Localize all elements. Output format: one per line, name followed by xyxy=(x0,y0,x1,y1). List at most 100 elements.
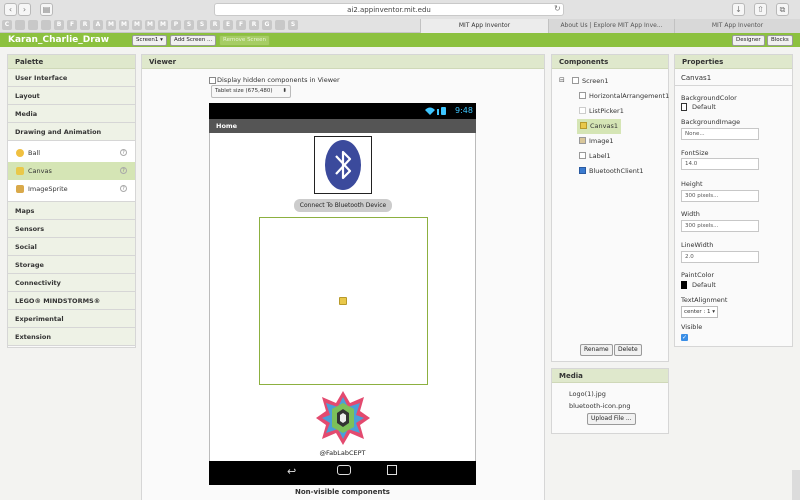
bookmark-icon[interactable] xyxy=(41,20,51,30)
connect-bluetooth-button[interactable]: Connect To Bluetooth Device xyxy=(294,199,392,212)
palette-category[interactable]: User Interface xyxy=(8,69,135,87)
bookmark-icon[interactable]: R xyxy=(80,20,90,30)
palette-item-ball[interactable]: Ball? xyxy=(8,144,135,162)
media-title: Media xyxy=(552,369,668,383)
bookmark-icon[interactable]: E xyxy=(223,20,233,30)
media-file[interactable]: Logo(1).jpg xyxy=(569,390,606,398)
tree-item-canvas1[interactable]: Canvas1 xyxy=(577,119,621,134)
bookmark-icon[interactable]: F xyxy=(67,20,77,30)
bookmark-icon[interactable] xyxy=(15,20,25,30)
rename-button[interactable]: Rename xyxy=(580,344,613,356)
screen-select-button[interactable]: Screen1 ▾ xyxy=(132,35,167,46)
designer-button[interactable]: Designer xyxy=(732,35,765,46)
bookmark-icon[interactable]: G xyxy=(262,20,272,30)
bookmark-icon[interactable]: M xyxy=(119,20,129,30)
bookmark-icon[interactable]: B xyxy=(54,20,64,30)
bg-color-value[interactable]: Default xyxy=(692,103,716,111)
scrollbar[interactable] xyxy=(792,470,800,500)
palette-category[interactable]: Drawing and Animation xyxy=(8,123,135,141)
tabs-icon[interactable]: ⧉ xyxy=(776,3,789,16)
palette-category[interactable]: LEGO® MINDSTORMS® xyxy=(8,292,135,310)
font-size-input[interactable]: 14.0 xyxy=(681,158,759,170)
bookmark-icon[interactable]: S xyxy=(197,20,207,30)
bookmark-icon[interactable]: R xyxy=(249,20,259,30)
tree-item-label: ListPicker1 xyxy=(589,107,624,115)
bookmark-icon[interactable]: M xyxy=(106,20,116,30)
tab-app-inventor-2[interactable]: MIT App Inventor xyxy=(674,19,800,33)
line-width-input[interactable]: 2.0 xyxy=(681,251,759,263)
bookmark-icon[interactable]: A xyxy=(93,20,103,30)
bookmark-icon[interactable]: P xyxy=(171,20,181,30)
properties-title: Properties xyxy=(675,55,792,69)
palette-category[interactable]: Extension xyxy=(8,328,135,346)
collapse-icon[interactable]: ⊟ xyxy=(559,76,565,84)
home-nav-icon[interactable] xyxy=(337,465,351,475)
tree-item-bluetoothclient1[interactable]: BluetoothClient1 xyxy=(579,164,644,179)
tree-item-listpicker1[interactable]: ListPicker1 xyxy=(579,104,624,119)
paint-color-value[interactable]: Default xyxy=(692,281,716,289)
url-bar[interactable]: ai2.appinventor.mit.edu xyxy=(214,3,564,16)
bookmark-icon[interactable]: M xyxy=(132,20,142,30)
text-alignment-select[interactable]: center : 1 ▾ xyxy=(681,306,718,318)
bookmark-icon[interactable]: M xyxy=(158,20,168,30)
hidden-components-checkbox[interactable] xyxy=(209,77,216,84)
blocks-button[interactable]: Blocks xyxy=(767,35,793,46)
bg-image-input[interactable]: None... xyxy=(681,128,759,140)
back-button[interactable]: ‹ xyxy=(4,3,17,16)
add-screen-button[interactable]: Add Screen ... xyxy=(170,35,217,46)
back-nav-icon[interactable]: ↩ xyxy=(287,465,296,478)
palette-category[interactable]: Storage xyxy=(8,256,135,274)
ball-icon xyxy=(16,149,24,157)
recents-nav-icon[interactable] xyxy=(387,465,397,475)
help-icon[interactable]: ? xyxy=(120,167,127,174)
paint-color-swatch[interactable] xyxy=(681,281,687,289)
sidebar-icon[interactable]: ▤ xyxy=(40,3,53,16)
help-icon[interactable]: ? xyxy=(120,149,127,156)
bookmark-icon[interactable]: S xyxy=(288,20,298,30)
logo-caption: @FabLabCEPT xyxy=(319,449,366,457)
screen-size-select[interactable]: Tablet size (675,480) ⬍ xyxy=(211,85,291,98)
bookmark-icon[interactable]: M xyxy=(145,20,155,30)
palette-item-imagesprite[interactable]: ImageSprite? xyxy=(8,180,135,198)
tab-app-inventor[interactable]: MIT App Inventor xyxy=(420,19,548,33)
palette-category[interactable]: Experimental xyxy=(8,310,135,328)
tab-label: About Us | Explore MIT App Inve... xyxy=(560,22,663,29)
palette-category[interactable]: Connectivity xyxy=(8,274,135,292)
screen-title-bar: Home xyxy=(209,119,476,133)
help-icon[interactable]: ? xyxy=(120,185,127,192)
tree-item-image1[interactable]: Image1 xyxy=(579,134,614,149)
non-visible-label: Non-visible components xyxy=(295,488,390,496)
palette-category[interactable]: Sensors xyxy=(8,220,135,238)
height-input[interactable]: 300 pixels... xyxy=(681,190,759,202)
bg-color-swatch[interactable] xyxy=(681,103,687,111)
palette-item-canvas[interactable]: Canvas? xyxy=(8,162,135,180)
delete-button[interactable]: Delete xyxy=(614,344,642,356)
tree-item-horizontalarrangement1[interactable]: HorizontalArrangement1 xyxy=(579,89,669,104)
palette-category[interactable]: Media xyxy=(8,105,135,123)
bluetooth-image[interactable] xyxy=(314,136,372,194)
bookmark-icon[interactable] xyxy=(28,20,38,30)
forward-button[interactable]: › xyxy=(18,3,31,16)
width-input[interactable]: 300 pixels... xyxy=(681,220,759,232)
download-icon[interactable]: ↓ xyxy=(732,3,745,16)
palette-category[interactable]: Layout xyxy=(8,87,135,105)
bookmark-icon[interactable]: S xyxy=(184,20,194,30)
tree-item-screen1[interactable]: Screen1 xyxy=(572,74,608,89)
visible-checkbox[interactable]: ✓ xyxy=(681,334,688,341)
palette-category[interactable]: Maps xyxy=(8,202,135,220)
prop-label: FontSize xyxy=(681,149,709,157)
upload-file-button[interactable]: Upload File ... xyxy=(587,413,636,425)
bookmark-icon[interactable] xyxy=(275,20,285,30)
bookmark-icon[interactable]: C xyxy=(2,20,12,30)
share-icon[interactable]: ⇧ xyxy=(754,3,767,16)
tree-item-label1[interactable]: Label1 xyxy=(579,149,611,164)
battery-icon xyxy=(441,107,446,115)
bookmark-icon[interactable]: R xyxy=(210,20,220,30)
remove-screen-button[interactable]: Remove Screen xyxy=(219,35,270,46)
media-file[interactable]: bluetooth-icon.png xyxy=(569,402,630,410)
bookmark-icon[interactable]: F xyxy=(236,20,246,30)
tab-about-us[interactable]: About Us | Explore MIT App Inve... xyxy=(548,19,674,33)
project-title: Karan_Charlie_Draw xyxy=(8,35,110,45)
reload-icon[interactable]: ↻ xyxy=(554,4,561,13)
palette-category[interactable]: Social xyxy=(8,238,135,256)
